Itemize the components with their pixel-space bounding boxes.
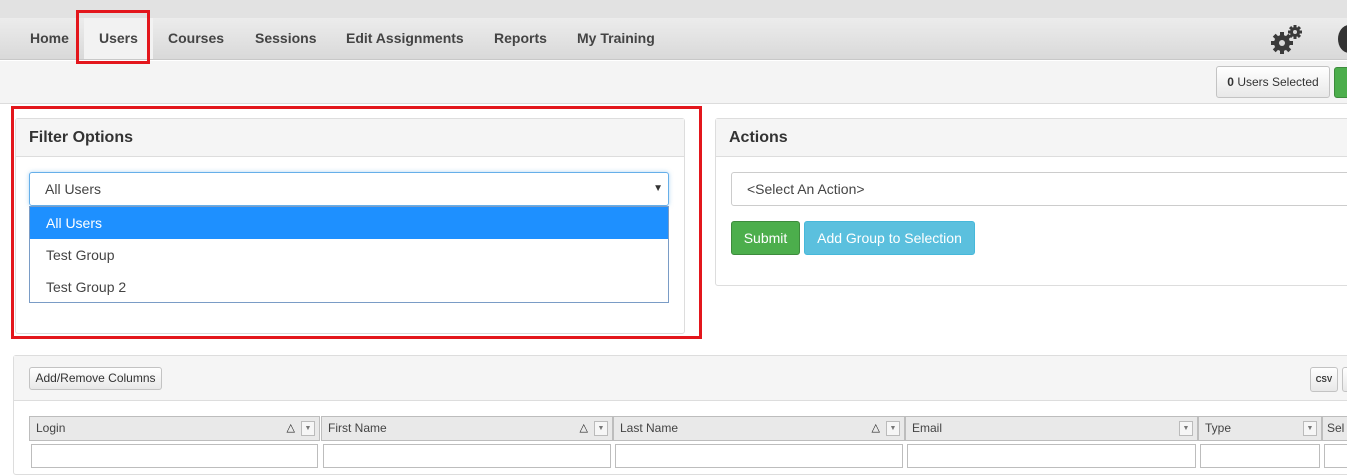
- gears-icon[interactable]: [1268, 24, 1304, 56]
- users-selected-button[interactable]: 0 Users Selected: [1216, 66, 1330, 98]
- column-header-login-label: Login: [36, 421, 66, 435]
- grid-toolbar: [14, 356, 1347, 401]
- column-header-type[interactable]: Type ▼: [1198, 416, 1322, 441]
- column-header-type-label: Type: [1205, 421, 1232, 435]
- filter-input-login[interactable]: [31, 444, 318, 468]
- caret-down-icon: ▼: [653, 183, 663, 194]
- filter-input-first-name[interactable]: [323, 444, 611, 468]
- nav-courses[interactable]: Courses: [153, 18, 239, 59]
- sub-toolbar: [0, 61, 1347, 104]
- add-group-to-selection-button[interactable]: Add Group to Selection: [804, 221, 975, 255]
- filter-input-type[interactable]: [1200, 444, 1320, 468]
- actions-title: Actions: [716, 119, 1347, 157]
- action-select[interactable]: <Select An Action>: [731, 172, 1347, 206]
- triangle-up-icon[interactable]: △: [580, 417, 588, 440]
- action-select-value: <Select An Action>: [747, 181, 865, 197]
- export-button[interactable]: [1342, 367, 1347, 392]
- column-header-first-name[interactable]: First Name △ ▼: [321, 416, 613, 441]
- filter-input-sel[interactable]: [1324, 444, 1347, 468]
- filter-input-last-name[interactable]: [615, 444, 903, 468]
- browser-top-strip: [0, 0, 1347, 18]
- nav-users[interactable]: Users: [84, 18, 153, 59]
- column-header-email-label: Email: [912, 421, 943, 435]
- column-header-last-name-label: Last Name: [620, 421, 679, 435]
- users-selected-label: Users Selected: [1237, 75, 1319, 89]
- add-remove-columns-button[interactable]: Add/Remove Columns: [29, 367, 162, 390]
- nav-sessions[interactable]: Sessions: [240, 18, 331, 59]
- nav-reports[interactable]: Reports: [479, 18, 562, 59]
- column-header-sel[interactable]: Sel: [1322, 416, 1347, 441]
- nav-edit-assignments[interactable]: Edit Assignments: [331, 18, 479, 59]
- filter-option-all-users[interactable]: All Users: [30, 207, 668, 239]
- chevron-down-icon[interactable]: ▼: [886, 421, 900, 436]
- filter-select[interactable]: All Users ▼: [29, 172, 669, 206]
- green-action-button[interactable]: [1334, 67, 1347, 98]
- column-header-sel-label: Sel: [1327, 421, 1345, 435]
- chevron-down-icon[interactable]: ▼: [594, 421, 608, 436]
- main-navbar: Home Users Courses Sessions Edit Assignm…: [0, 18, 1347, 60]
- submit-button[interactable]: Submit: [731, 221, 800, 255]
- filter-input-email[interactable]: [907, 444, 1196, 468]
- chevron-down-icon[interactable]: ▼: [301, 421, 315, 436]
- csv-export-icon[interactable]: CSV: [1310, 367, 1338, 392]
- column-header-last-name[interactable]: Last Name △ ▼: [613, 416, 905, 441]
- nav-home[interactable]: Home: [15, 18, 84, 59]
- column-header-login[interactable]: Login △ ▼: [29, 416, 320, 441]
- column-header-email[interactable]: Email ▼: [905, 416, 1198, 441]
- filter-dropdown-list: All Users Test Group Test Group 2: [29, 206, 669, 303]
- triangle-up-icon[interactable]: △: [872, 417, 880, 440]
- users-selected-count: 0: [1227, 75, 1234, 89]
- triangle-up-icon[interactable]: △: [287, 417, 295, 440]
- filter-option-test-group[interactable]: Test Group: [30, 239, 668, 271]
- filter-option-test-group-2[interactable]: Test Group 2: [30, 271, 668, 303]
- filter-options-title: Filter Options: [16, 119, 684, 157]
- filter-select-value: All Users: [45, 181, 102, 197]
- nav-my-training[interactable]: My Training: [562, 18, 670, 59]
- column-header-first-name-label: First Name: [328, 421, 387, 435]
- chevron-down-icon[interactable]: ▼: [1303, 421, 1317, 436]
- chevron-down-icon[interactable]: ▼: [1179, 421, 1193, 436]
